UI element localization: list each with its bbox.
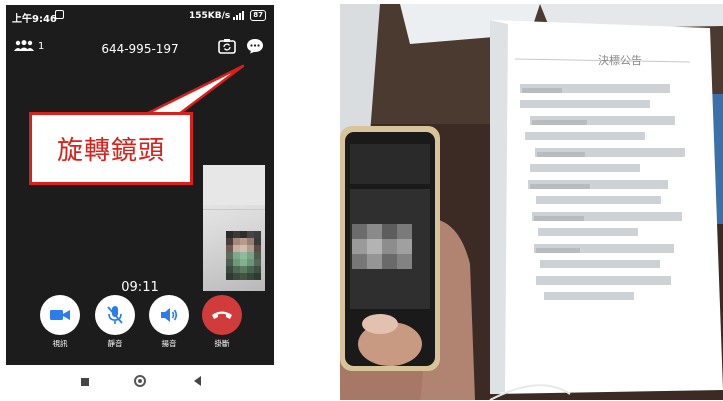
video-camera-icon — [50, 310, 70, 320]
call-controls: 視訊 靜音 揚音 掛斷 — [6, 295, 274, 355]
hangup-control[interactable]: 掛斷 — [200, 295, 244, 349]
hangup-button[interactable] — [202, 295, 242, 335]
photo-of-phone-and-document: 決標公告 — [340, 4, 723, 400]
video-button[interactable] — [40, 295, 80, 335]
video-label: 視訊 — [52, 339, 68, 348]
speaker-control[interactable]: 揚音 — [147, 295, 191, 349]
android-nav-bar — [6, 365, 274, 399]
wall-line — [203, 209, 265, 210]
call-timer: 09:11 — [121, 280, 159, 295]
mute-label: 靜音 — [107, 339, 123, 348]
hangup-label: 掛斷 — [214, 339, 230, 348]
rotate-camera-annotation: 旋轉鏡頭 — [29, 112, 193, 185]
home-icon[interactable] — [134, 375, 146, 387]
speaker-label: 揚音 — [161, 339, 177, 348]
blurred-face — [226, 231, 262, 280]
mute-control[interactable]: 靜音 — [93, 295, 137, 349]
speaker-button[interactable] — [149, 295, 189, 335]
speaker-icon — [161, 308, 178, 322]
photo-scene — [340, 4, 723, 400]
document-title: 決標公告 — [598, 54, 642, 67]
video-control[interactable]: 視訊 — [38, 295, 82, 349]
recents-icon[interactable] — [81, 378, 89, 386]
back-icon[interactable] — [194, 376, 201, 386]
mute-button[interactable] — [95, 295, 135, 335]
hang-up-icon — [212, 311, 232, 319]
microphone-muted-icon — [107, 306, 123, 324]
